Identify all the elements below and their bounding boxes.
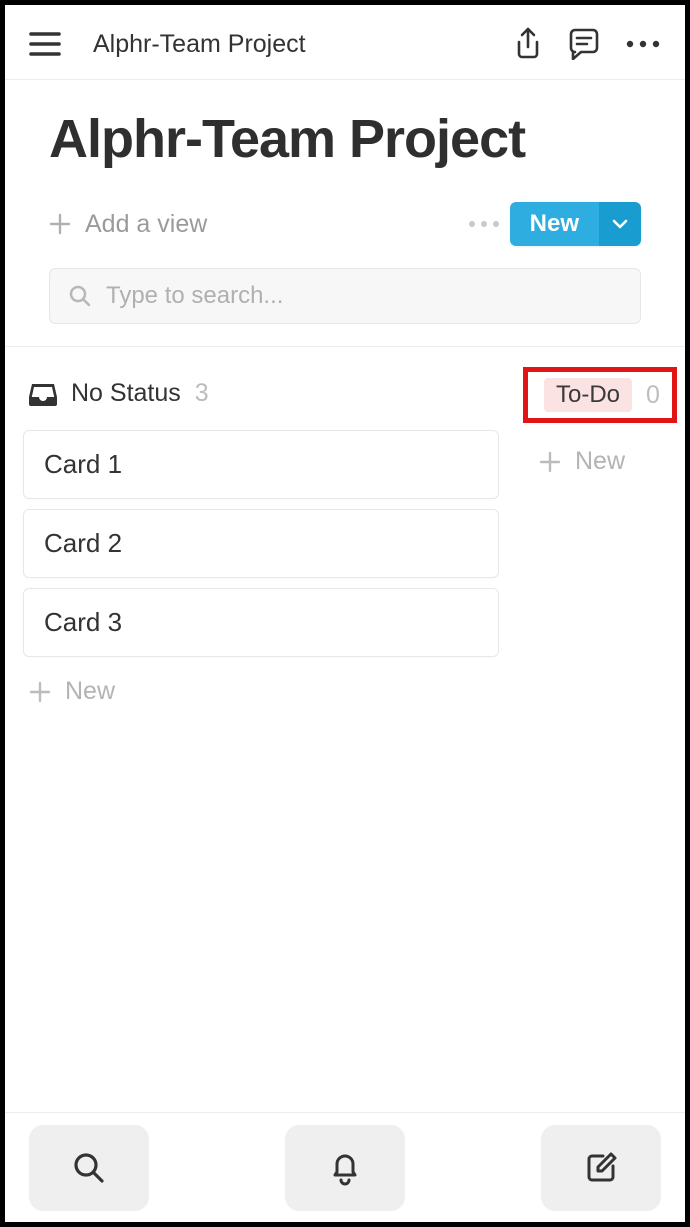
view-more-icon[interactable]	[468, 220, 500, 228]
card[interactable]: Card 1	[23, 430, 499, 499]
add-card-button[interactable]: New	[529, 437, 673, 486]
card[interactable]: Card 3	[23, 588, 499, 657]
annotation-highlight: To-Do 0	[523, 367, 677, 423]
search-input[interactable]	[106, 282, 622, 310]
column-no-status: No Status 3 Card 1 Card 2 Card 3 New	[17, 375, 499, 1112]
kanban-board: No Status 3 Card 1 Card 2 Card 3 New To-…	[5, 347, 685, 1112]
new-button[interactable]: New	[510, 202, 641, 246]
column-label: No Status	[71, 379, 181, 408]
bell-icon	[328, 1149, 362, 1187]
view-switcher-row: Add a view New	[49, 202, 641, 246]
more-icon[interactable]	[625, 39, 661, 49]
add-card-label: New	[575, 447, 625, 476]
search-icon	[71, 1150, 107, 1186]
compose-button[interactable]	[541, 1125, 661, 1211]
page-header: Alphr-Team Project Add a view New	[5, 80, 685, 347]
add-card-label: New	[65, 677, 115, 706]
new-button-label: New	[510, 202, 599, 246]
comment-icon[interactable]	[567, 28, 601, 60]
column-header-no-status[interactable]: No Status 3	[23, 375, 499, 430]
share-icon[interactable]	[513, 27, 543, 61]
card[interactable]: Card 2	[23, 509, 499, 578]
inbox-icon	[29, 381, 57, 407]
breadcrumb-title[interactable]: Alphr-Team Project	[93, 30, 489, 59]
add-view-label: Add a view	[85, 210, 207, 239]
search-box[interactable]	[49, 268, 641, 324]
column-count: 0	[646, 381, 660, 410]
search-button[interactable]	[29, 1125, 149, 1211]
search-icon	[68, 284, 92, 308]
notifications-button[interactable]	[285, 1125, 405, 1211]
column-count: 3	[195, 379, 209, 408]
add-view-button[interactable]: Add a view	[49, 210, 207, 239]
hamburger-icon[interactable]	[29, 31, 61, 57]
chevron-down-icon[interactable]	[599, 202, 641, 246]
column-label-badge: To-Do	[544, 378, 632, 412]
bottom-bar	[5, 1112, 685, 1222]
compose-icon	[583, 1150, 619, 1186]
column-header-todo[interactable]: To-Do 0	[544, 378, 666, 412]
add-card-button[interactable]: New	[23, 667, 499, 716]
column-todo: To-Do 0 New	[529, 375, 673, 1112]
top-bar: Alphr-Team Project	[5, 5, 685, 80]
page-title: Alphr-Team Project	[49, 108, 641, 170]
